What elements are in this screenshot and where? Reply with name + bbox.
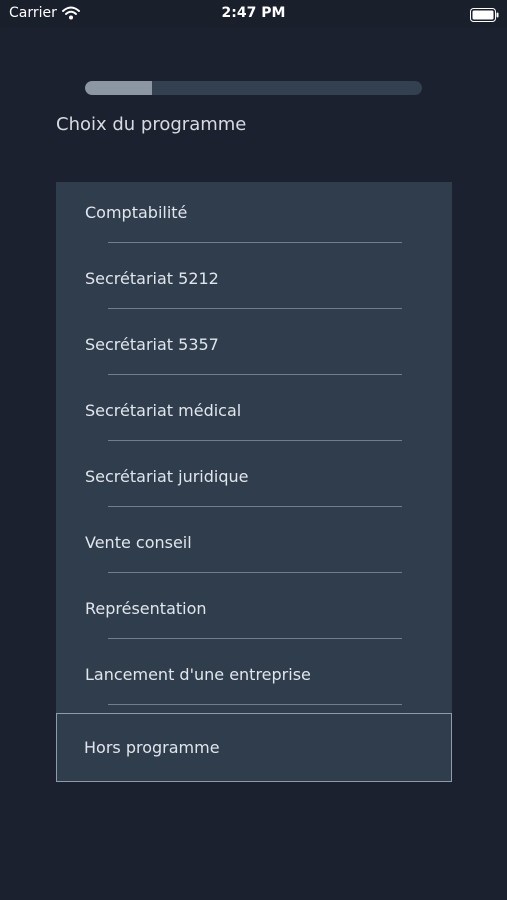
- battery-icon: [470, 7, 499, 26]
- item-divider: [108, 572, 402, 573]
- program-item-vente-conseil[interactable]: Vente conseil: [56, 512, 452, 578]
- program-item-label: Secrétariat 5357: [85, 335, 219, 354]
- item-divider: [108, 440, 402, 441]
- status-time: 2:47 PM: [221, 5, 286, 21]
- program-item-secretariat-medical[interactable]: Secrétariat médical: [56, 380, 452, 446]
- progress-fill: [85, 81, 153, 95]
- program-item-label: Vente conseil: [85, 533, 192, 552]
- item-divider: [108, 374, 402, 375]
- program-item-label: Lancement d'une entreprise: [85, 665, 311, 684]
- program-item-secretariat-juridique[interactable]: Secrétariat juridique: [56, 446, 452, 512]
- program-item-label: Secrétariat 5212: [85, 269, 219, 288]
- item-divider: [108, 638, 402, 639]
- item-divider: [108, 308, 402, 309]
- program-item-secretariat-5357[interactable]: Secrétariat 5357: [56, 314, 452, 380]
- program-item-label: Secrétariat médical: [85, 401, 242, 420]
- program-list: Comptabilité Secrétariat 5212 Secrétaria…: [56, 182, 452, 713]
- item-divider: [108, 242, 402, 243]
- program-item-comptabilite[interactable]: Comptabilité: [56, 182, 452, 248]
- program-item-representation[interactable]: Représentation: [56, 578, 452, 644]
- status-bar: Carrier 2:47 PM: [0, 0, 507, 28]
- item-divider: [108, 704, 402, 705]
- program-item-hors-programme[interactable]: Hors programme: [56, 713, 452, 782]
- page-title: Choix du programme: [56, 114, 247, 135]
- program-item-label: Hors programme: [84, 738, 220, 757]
- program-item-secretariat-5212[interactable]: Secrétariat 5212: [56, 248, 452, 314]
- program-item-label: Secrétariat juridique: [85, 467, 249, 486]
- program-item-label: Comptabilité: [85, 203, 188, 222]
- item-divider: [108, 506, 402, 507]
- program-item-label: Représentation: [85, 599, 207, 618]
- program-item-lancement-entreprise[interactable]: Lancement d'une entreprise: [56, 644, 452, 710]
- progress-bar: [85, 81, 422, 95]
